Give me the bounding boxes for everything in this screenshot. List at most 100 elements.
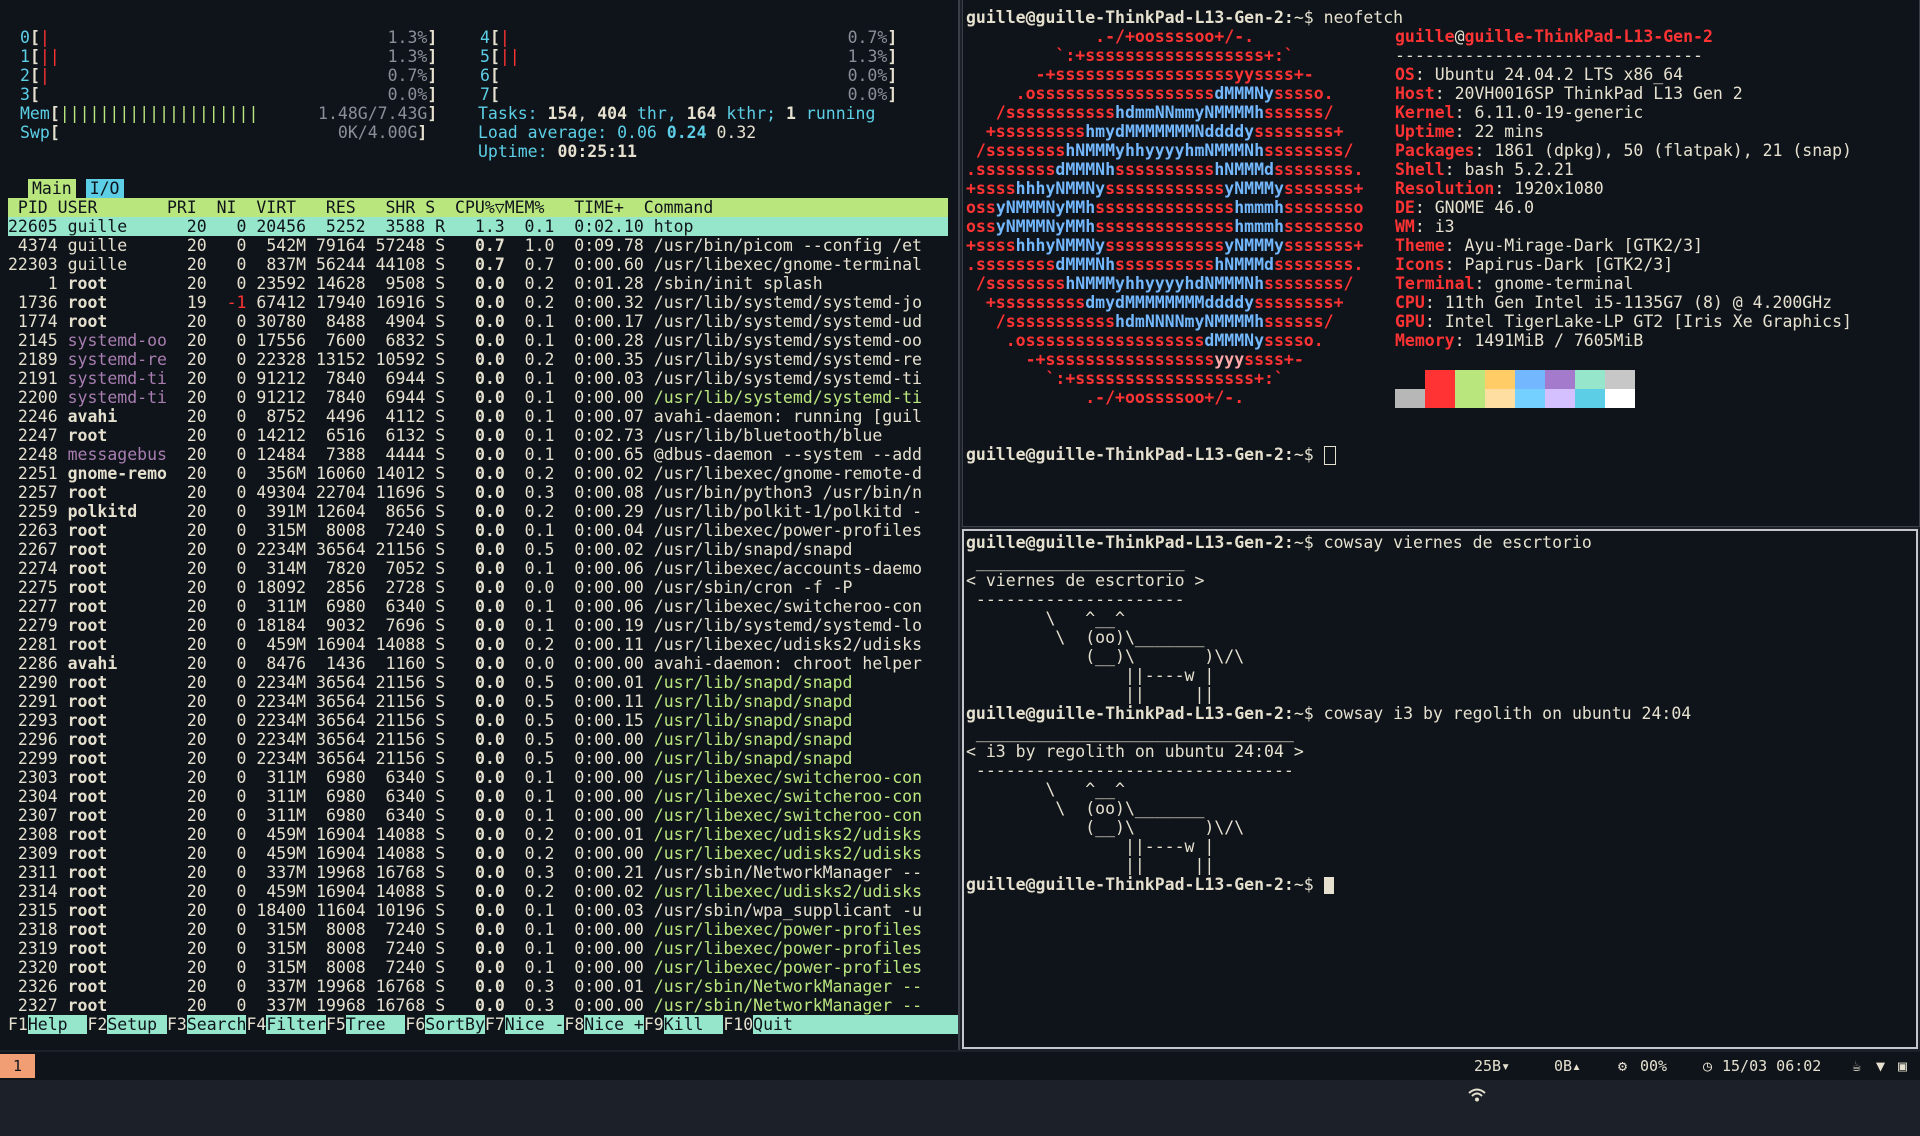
virt: 22328 xyxy=(246,350,307,369)
process-row[interactable]: 2293 root 20 0 2234M 36564 21156 S 0.0 0… xyxy=(8,711,853,730)
process-row[interactable]: 2304 root 20 0 311M 6980 6340 S 0.0 0.1 … xyxy=(8,787,922,806)
process-row[interactable]: 2145 systemd-oo 20 0 17556 7600 6832 S 0… xyxy=(8,331,922,350)
cpu-meter-bracket: [ xyxy=(489,85,500,104)
fkey-nice--button[interactable]: Nice + xyxy=(584,1015,644,1034)
neofetch-terminal[interactable]: guille@guille-ThinkPad-L13-Gen-2:~$ neof… xyxy=(962,0,1920,527)
process-row[interactable]: 2286 avahi 20 0 8476 1436 1160 S 0.0 0.0… xyxy=(8,654,922,673)
process-row[interactable]: 2290 root 20 0 2234M 36564 21156 S 0.0 0… xyxy=(8,673,853,692)
mem: 0.1 xyxy=(504,312,555,331)
fkey-sortby-button[interactable]: SortBy xyxy=(425,1015,485,1034)
ni: 0 xyxy=(206,464,247,483)
screenshot-icon[interactable]: ▣ xyxy=(1898,1052,1907,1080)
terminal-cursor xyxy=(1323,446,1336,465)
process-row[interactable]: 2275 root 20 0 18092 2856 2728 S 0.0 0.0… xyxy=(8,578,853,597)
process-row[interactable]: 2274 root 20 0 314M 7820 7052 S 0.0 0.1 … xyxy=(8,559,922,578)
process-row[interactable]: 2319 root 20 0 315M 8008 7240 S 0.0 0.1 … xyxy=(8,939,922,958)
process-row[interactable]: 4374 guille 20 0 542M 79164 57248 S 0.7 … xyxy=(8,236,922,255)
process-row[interactable]: 2246 avahi 20 0 8752 4496 4112 S 0.0 0.1… xyxy=(8,407,922,426)
fkey-tree-button[interactable]: Tree xyxy=(345,1015,406,1034)
fkey-quit-button[interactable]: Quit xyxy=(753,1015,958,1034)
process-row-selected[interactable]: 22605 guille 20 0 20456 5252 3588 R 1.3 … xyxy=(8,217,948,236)
process-row[interactable]: 2326 root 20 0 337M 19968 16768 S 0.0 0.… xyxy=(8,977,922,996)
process-row[interactable]: 2277 root 20 0 311M 6980 6340 S 0.0 0.1 … xyxy=(8,597,922,616)
process-row[interactable]: 2267 root 20 0 2234M 36564 21156 S 0.0 0… xyxy=(8,540,853,559)
info-key: GPU xyxy=(1395,312,1425,331)
process-row[interactable]: 2263 root 20 0 315M 8008 7240 S 0.0 0.1 … xyxy=(8,521,922,540)
htop-terminal[interactable]: 0[| 1.3%] 1[|| 1.3%] 2[| 0.7%] 3[ 0.0%] 4[| xyxy=(0,0,960,1050)
mem: 0.1 xyxy=(504,920,555,939)
time: 0:00.11 xyxy=(554,635,654,654)
process-row[interactable]: 2248 messagebus 20 0 12484 7388 4444 S 0… xyxy=(8,445,922,464)
fkey-search-button[interactable]: Search xyxy=(186,1015,247,1034)
fkey-kill-button[interactable]: Kill xyxy=(663,1015,724,1034)
shr: 21156 xyxy=(365,673,426,692)
process-row[interactable]: 2200 systemd-ti 20 0 91212 7840 6944 S 0… xyxy=(8,388,922,407)
process-row[interactable]: 2299 root 20 0 2234M 36564 21156 S 0.0 0… xyxy=(8,749,853,768)
cowsay-terminal[interactable]: guille@guille-ThinkPad-L13-Gen-2:~$ cows… xyxy=(962,529,1918,1049)
pid: 2145 xyxy=(8,331,58,350)
tab-io[interactable]: I/O xyxy=(85,179,124,198)
process-row[interactable]: 2318 root 20 0 315M 8008 7240 S 0.0 0.1 … xyxy=(8,920,922,939)
pid: 22303 xyxy=(8,255,58,274)
fkey-setup-button[interactable]: Setup xyxy=(107,1015,167,1034)
process-row[interactable]: 2281 root 20 0 459M 16904 14088 S 0.0 0.… xyxy=(8,635,922,654)
ascii-segment: hNMMM xyxy=(1065,274,1116,293)
time: 0:00.07 xyxy=(554,407,654,426)
process-row[interactable]: 2257 root 20 0 49304 22704 11696 S 0.0 0… xyxy=(8,483,922,502)
process-row[interactable]: 1774 root 20 0 30780 8488 4904 S 0.0 0.1… xyxy=(8,312,922,331)
ascii-segment: ssssssso xyxy=(1283,198,1364,217)
memory-label: Mem xyxy=(20,104,50,123)
tab-main[interactable]: Main xyxy=(28,179,76,198)
process-row[interactable]: 22303 guille 20 0 837M 56244 44108 S 0.7… xyxy=(8,255,922,274)
virt: 2234M xyxy=(246,673,307,692)
fkey-id: F7 xyxy=(484,1015,505,1034)
time: 0:00.00 xyxy=(554,768,654,787)
process-row[interactable]: 2309 root 20 0 459M 16904 14088 S 0.0 0.… xyxy=(8,844,922,863)
process-row[interactable]: 2189 systemd-re 20 0 22328 13152 10592 S… xyxy=(8,350,922,369)
tray-icon[interactable]: ☕ xyxy=(1852,1052,1861,1080)
fkey-nice--button[interactable]: Nice - xyxy=(504,1015,565,1034)
res: 22704 xyxy=(306,483,366,502)
process-row[interactable]: 1 root 20 0 23592 14628 9508 S 0.0 0.2 0… xyxy=(8,274,823,293)
process-row[interactable]: 2311 root 20 0 337M 19968 16768 S 0.0 0.… xyxy=(8,863,922,882)
fkey-help-button[interactable]: Help xyxy=(27,1015,88,1034)
process-row[interactable]: 2320 root 20 0 315M 8008 7240 S 0.0 0.1 … xyxy=(8,958,922,977)
pid: 1736 xyxy=(8,293,58,312)
process-row[interactable]: 2308 root 20 0 459M 16904 14088 S 0.0 0.… xyxy=(8,825,922,844)
ni: 0 xyxy=(206,654,247,673)
process-row[interactable]: 2191 systemd-ti 20 0 91212 7840 6944 S 0… xyxy=(8,369,922,388)
info-value: GNOME 46.0 xyxy=(1434,198,1535,217)
ascii-segment: ssssssssssss xyxy=(1105,179,1225,198)
workspace-button[interactable]: 1 xyxy=(0,1054,35,1078)
process-row[interactable]: 2296 root 20 0 2234M 36564 21156 S 0.0 0… xyxy=(8,730,853,749)
process-row[interactable]: 2303 root 20 0 311M 6980 6340 S 0.0 0.1 … xyxy=(8,768,922,787)
process-row[interactable]: 2279 root 20 0 18184 9032 7696 S 0.0 0.1… xyxy=(8,616,922,635)
shr: 4444 xyxy=(365,445,426,464)
process-row[interactable]: 2291 root 20 0 2234M 36564 21156 S 0.0 0… xyxy=(8,692,853,711)
process-row[interactable]: 2259 polkitd 20 0 391M 12604 8656 S 0.0 … xyxy=(8,502,922,521)
process-row[interactable]: 2307 root 20 0 311M 6980 6340 S 0.0 0.1 … xyxy=(8,806,922,825)
virt: 18400 xyxy=(246,901,307,920)
cpu: 0.0 xyxy=(445,863,505,882)
user-host-line: guille@guille-ThinkPad-L13-Gen-2 xyxy=(1395,27,1713,46)
sep xyxy=(657,123,667,142)
command: /usr/libexec/accounts-daemo xyxy=(653,559,923,578)
pri: 20 xyxy=(176,236,207,255)
fkey-filter-button[interactable]: Filter xyxy=(266,1015,326,1034)
pid: 2275 xyxy=(8,578,58,597)
process-row[interactable]: 2314 root 20 0 459M 16904 14088 S 0.0 0.… xyxy=(8,882,922,901)
shr: 7052 xyxy=(365,559,426,578)
process-row[interactable]: 2327 root 20 0 337M 19968 16768 S 0.0 0.… xyxy=(8,996,922,1015)
process-row[interactable]: 1736 root 19 -1 67412 17940 16916 S 0.0 … xyxy=(8,293,922,312)
info-value: 20VH0016SP ThinkPad L13 Gen 2 xyxy=(1454,84,1743,103)
process-row[interactable]: 2247 root 20 0 14212 6516 6132 S 0.0 0.1… xyxy=(8,426,882,445)
process-row[interactable]: 2315 root 20 0 18400 11604 10196 S 0.0 0… xyxy=(8,901,922,920)
notification-icon[interactable]: ▼ xyxy=(1876,1052,1885,1080)
process-row[interactable]: 2251 gnome-remo 20 0 356M 16060 14012 S … xyxy=(8,464,922,483)
